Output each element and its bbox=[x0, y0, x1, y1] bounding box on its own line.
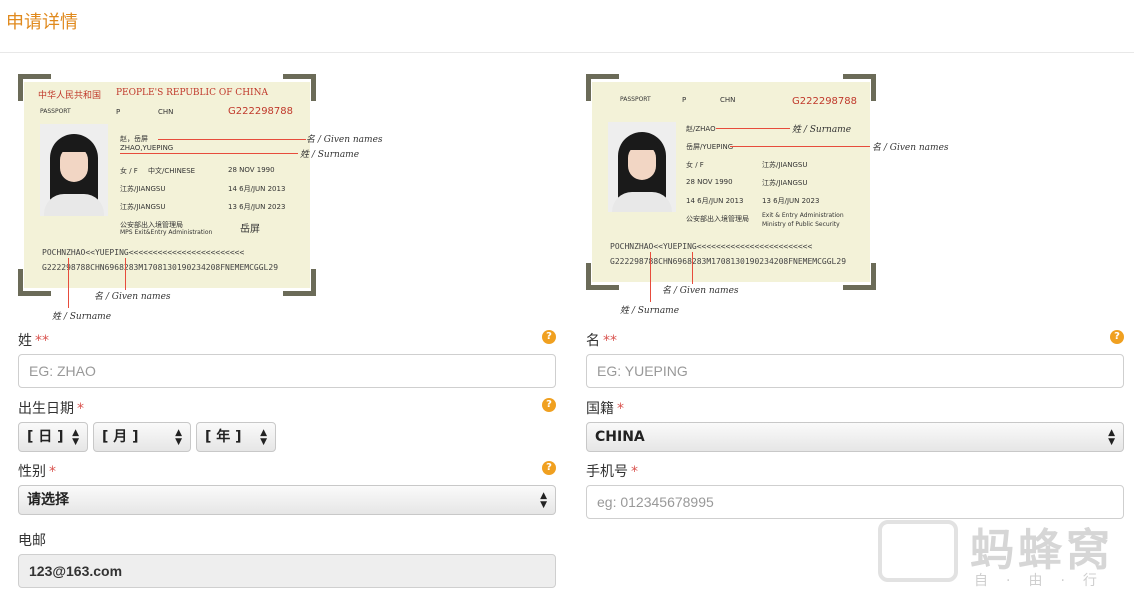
given-name-input[interactable]: EG: YUEPING bbox=[586, 354, 1124, 388]
phone-label: 手机号 * bbox=[586, 464, 638, 480]
email-input[interactable]: 123@163.com bbox=[18, 554, 556, 588]
callout-given-names-right: 名 / Given names bbox=[872, 143, 949, 153]
callout-surname-left: 姓 / Surname bbox=[300, 150, 360, 160]
select-arrows-icon: ▲ ▼ bbox=[540, 491, 547, 510]
callout-given-names-left-bottom: 名 / Given names bbox=[94, 292, 171, 302]
callout-surname-right-bottom: 姓 / Surname bbox=[620, 306, 680, 316]
surname-help-icon[interactable]: ? bbox=[542, 330, 556, 344]
passport-sample-right: PASSPORT P CHN G222298788 赵/ZHAO 岳屏/YUEP… bbox=[586, 74, 876, 290]
callout-surname-right: 姓 / Surname bbox=[792, 125, 852, 135]
email-label: 电邮 bbox=[18, 533, 46, 549]
select-arrows-icon: ▲ ▼ bbox=[260, 428, 267, 447]
callout-given-names-left: 名 / Given names bbox=[306, 135, 383, 145]
dob-month-select[interactable]: [ 月 ] ▲ ▼ bbox=[93, 422, 191, 452]
passport-photo-left bbox=[40, 124, 108, 216]
nationality-select[interactable]: CHINA ▲ ▼ bbox=[586, 422, 1124, 452]
select-arrows-icon: ▲ ▼ bbox=[1108, 428, 1115, 447]
given-name-label: 名 ** bbox=[586, 333, 617, 349]
select-arrows-icon: ▲ ▼ bbox=[72, 428, 79, 447]
passport-photo-right bbox=[608, 122, 676, 212]
page-title: 申请详情 bbox=[6, 12, 78, 33]
gender-label: 性别 * bbox=[18, 464, 56, 480]
dob-help-icon[interactable]: ? bbox=[542, 398, 556, 412]
surname-input[interactable]: EG: ZHAO bbox=[18, 354, 556, 388]
callout-surname-left-bottom: 姓 / Surname bbox=[52, 312, 112, 322]
header-divider bbox=[0, 52, 1134, 53]
dob-label: 出生日期 * bbox=[18, 401, 84, 417]
gender-help-icon[interactable]: ? bbox=[542, 461, 556, 475]
given-name-help-icon[interactable]: ? bbox=[1110, 330, 1124, 344]
nationality-label: 国籍 * bbox=[586, 401, 624, 417]
dob-day-select[interactable]: [ 日 ] ▲ ▼ bbox=[18, 422, 88, 452]
gender-select[interactable]: 请选择 ▲ ▼ bbox=[18, 485, 556, 515]
dob-year-select[interactable]: [ 年 ] ▲ ▼ bbox=[196, 422, 276, 452]
select-arrows-icon: ▲ ▼ bbox=[175, 428, 182, 447]
passport-sample-left: 中华人民共和国 PEOPLE'S REPUBLIC OF CHINA PASSP… bbox=[18, 74, 316, 296]
callout-given-names-right-bottom: 名 / Given names bbox=[662, 286, 739, 296]
mafengwo-logo-icon bbox=[878, 520, 958, 582]
surname-label: 姓 ** bbox=[18, 333, 49, 349]
